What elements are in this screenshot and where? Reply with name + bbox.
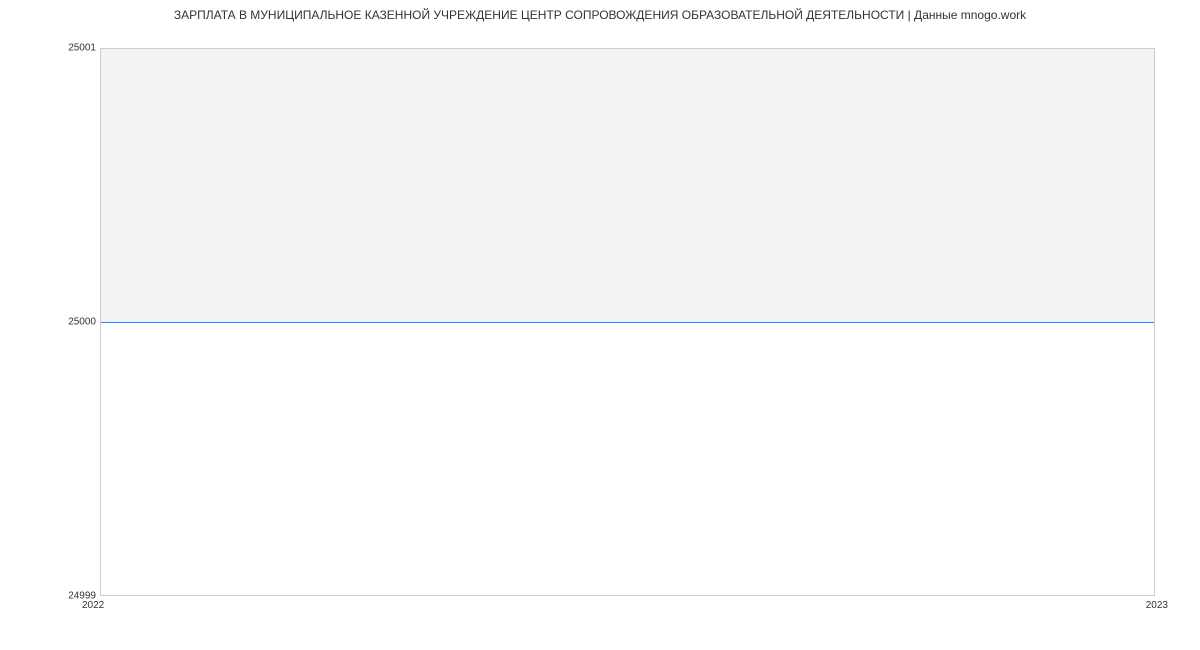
plot-area bbox=[100, 48, 1155, 596]
plot-band-lower bbox=[101, 322, 1154, 595]
x-axis-tick: 2023 bbox=[1146, 600, 1168, 611]
y-axis-tick: 25001 bbox=[68, 43, 96, 54]
data-line bbox=[101, 322, 1154, 323]
chart-title: ЗАРПЛАТА В МУНИЦИПАЛЬНОЕ КАЗЕННОЙ УЧРЕЖД… bbox=[0, 8, 1200, 22]
x-axis-tick: 2022 bbox=[82, 600, 104, 611]
plot-band-upper bbox=[101, 49, 1154, 322]
y-axis-tick: 25000 bbox=[68, 317, 96, 328]
